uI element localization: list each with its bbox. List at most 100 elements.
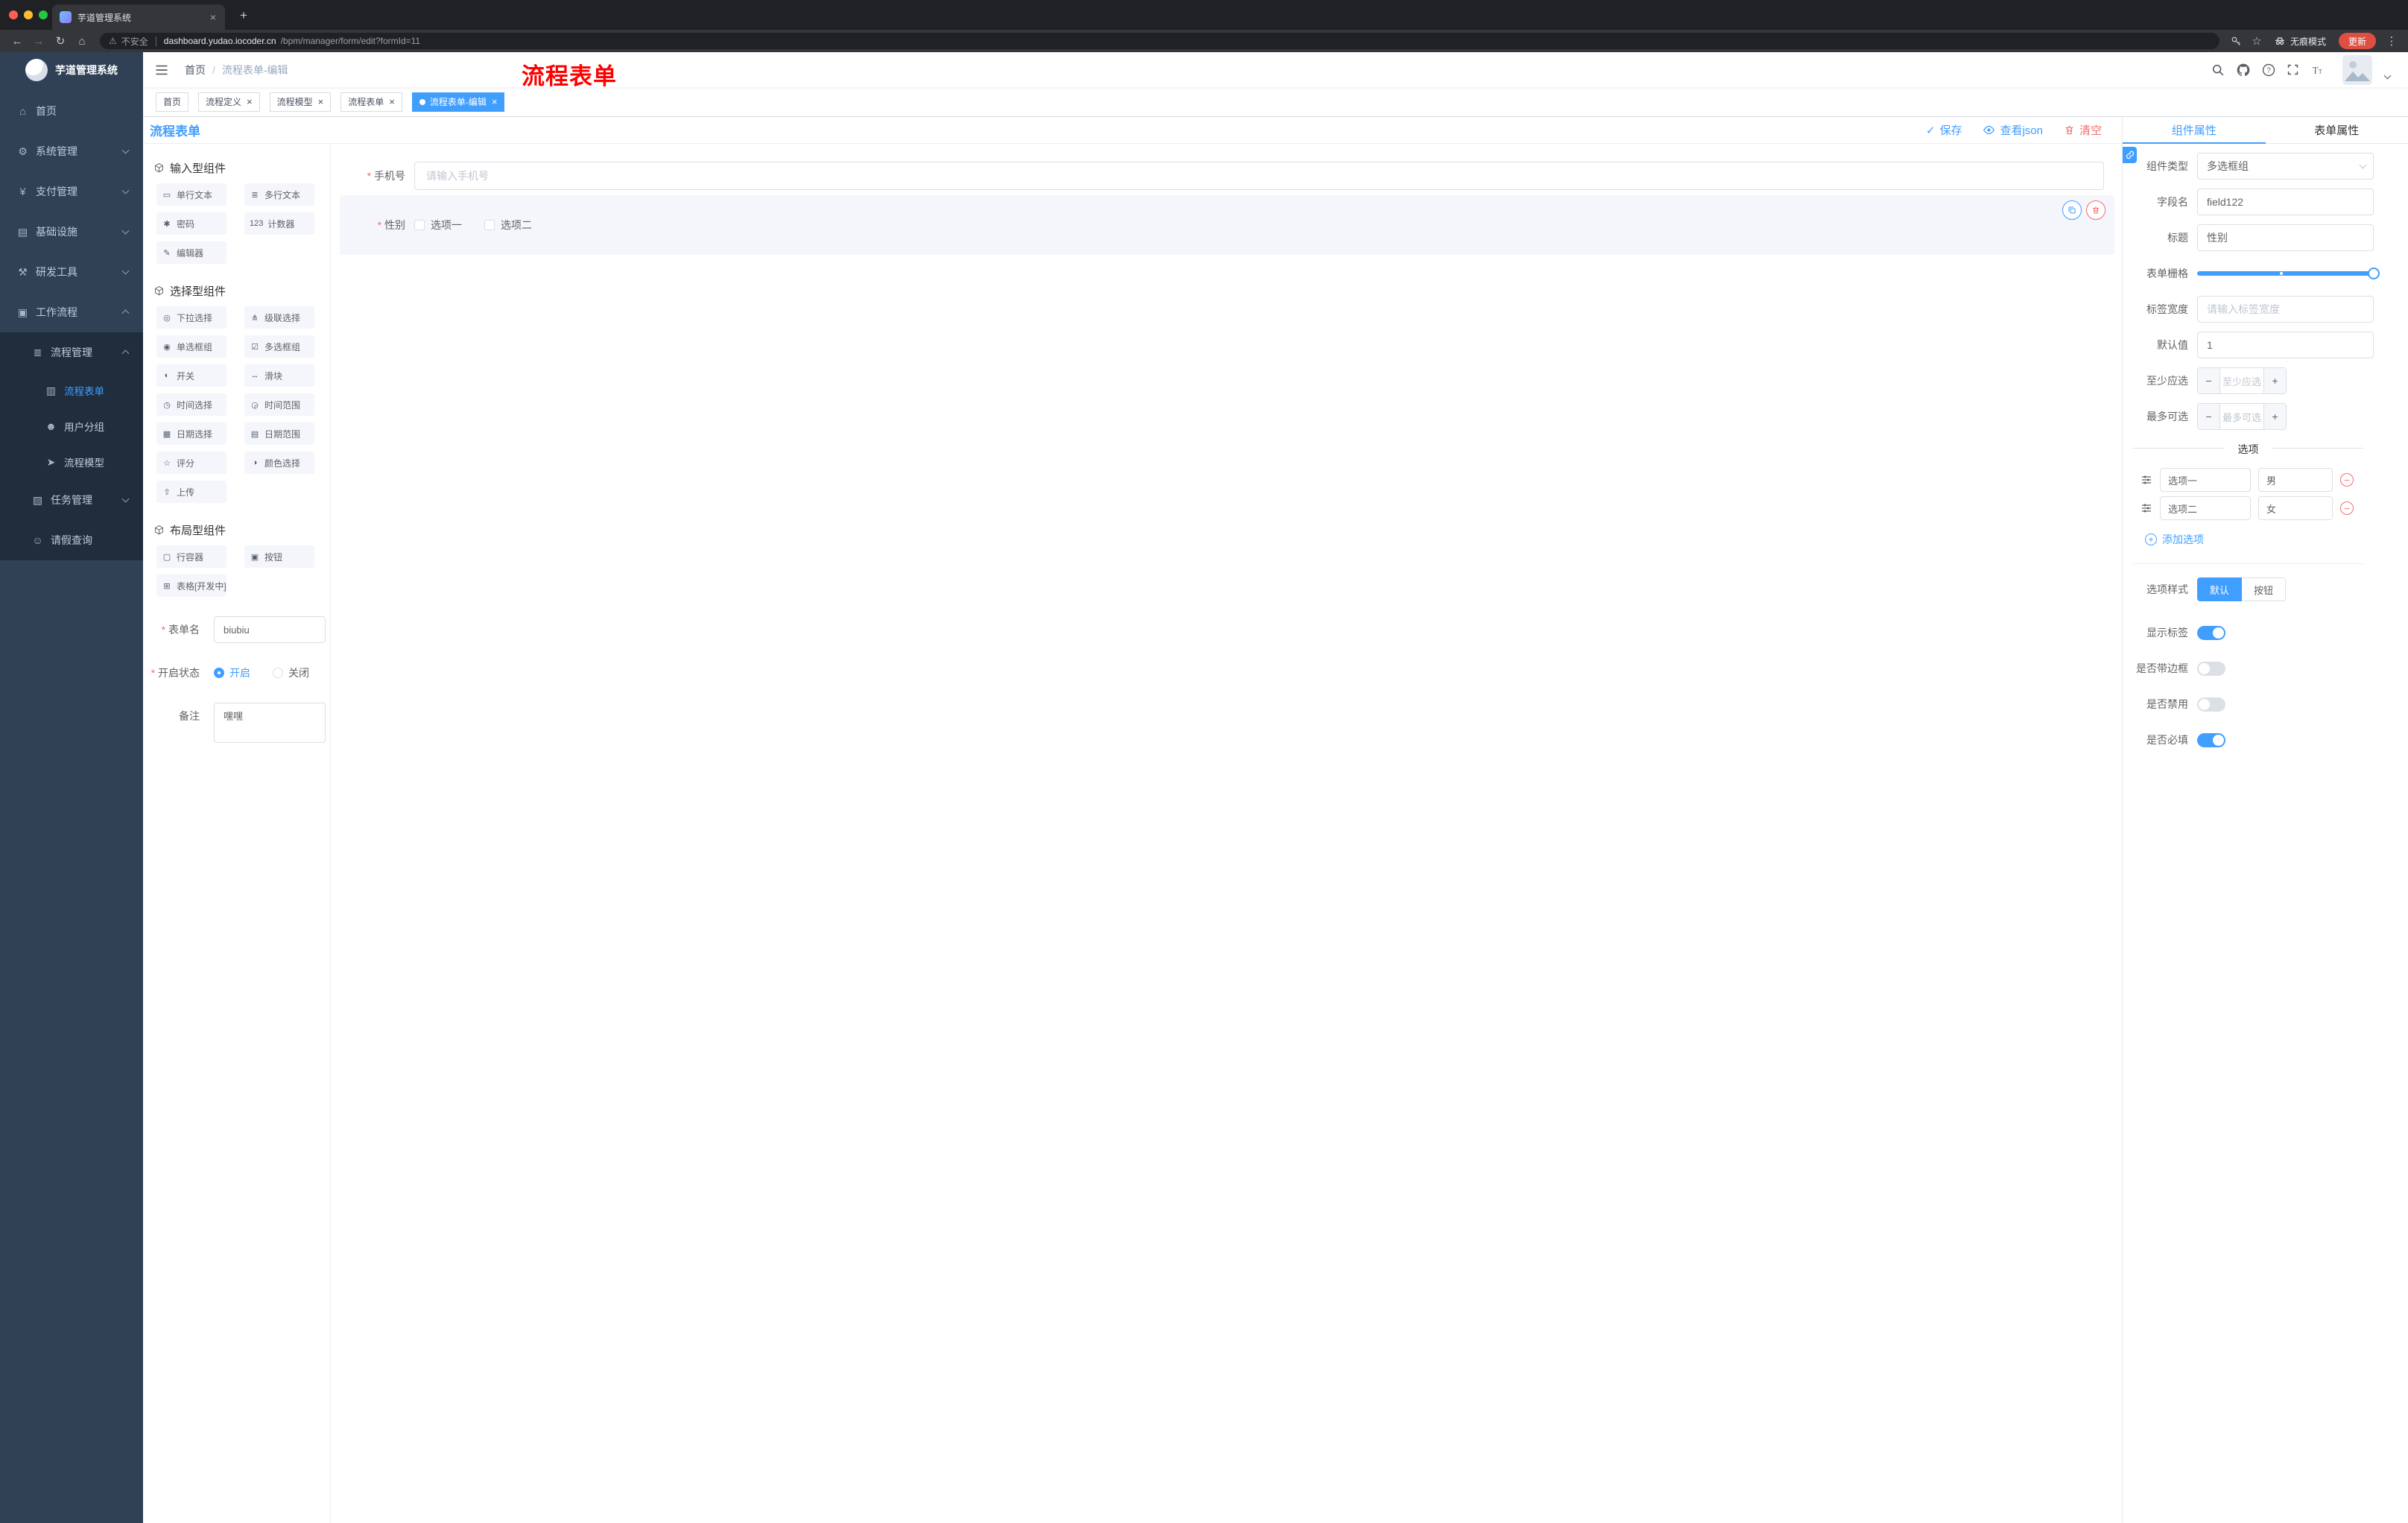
- bookmark-star-icon[interactable]: ☆: [2248, 32, 2266, 50]
- view-json-button[interactable]: 查看json: [1983, 122, 2043, 138]
- tag-process-definition[interactable]: 流程定义 ×: [198, 92, 260, 112]
- component-type-select[interactable]: 多选框组: [2197, 153, 2374, 180]
- sidebar-item-leave-query[interactable]: ☺ 请假查询: [0, 520, 143, 560]
- option-name-input[interactable]: 选项二: [2160, 496, 2251, 520]
- tag-close-button[interactable]: ×: [318, 96, 324, 107]
- update-button[interactable]: 更新: [2338, 33, 2376, 49]
- increase-button[interactable]: +: [2263, 368, 2286, 393]
- avatar-dropdown-icon[interactable]: [2383, 72, 2392, 80]
- option-value-input[interactable]: 男: [2258, 468, 2333, 492]
- border-switch[interactable]: [2197, 661, 2225, 676]
- tab-close-button[interactable]: ×: [209, 11, 218, 23]
- status-on-radio[interactable]: 开启: [214, 665, 250, 680]
- tab-component-props[interactable]: 组件属性: [2123, 117, 2266, 144]
- help-icon[interactable]: ?: [2262, 63, 2275, 77]
- gender-option-1-checkbox[interactable]: 选项一: [414, 218, 462, 232]
- palette-item[interactable]: ⋔ 级联选择: [244, 306, 314, 329]
- tag-close-button[interactable]: ×: [247, 96, 253, 107]
- phone-input[interactable]: 请输入手机号: [414, 162, 2104, 190]
- status-off-radio[interactable]: 关闭: [273, 665, 309, 680]
- style-default-button[interactable]: 默认: [2197, 577, 2243, 601]
- browser-menu-button[interactable]: ⋮: [2383, 32, 2401, 50]
- tag-process-model[interactable]: 流程模型 ×: [269, 92, 332, 112]
- palette-item[interactable]: ◑ 颜色选择: [244, 452, 314, 474]
- sidebar-item-dev-tools[interactable]: ⚒ 研发工具: [0, 252, 143, 292]
- decrease-button[interactable]: −: [2198, 368, 2220, 393]
- hamburger-button[interactable]: [143, 63, 180, 77]
- palette-item[interactable]: ▦ 日期选择: [156, 422, 226, 445]
- form-canvas[interactable]: 手机号 请输入手机号 性别: [331, 144, 2122, 1523]
- font-size-icon[interactable]: TT: [2310, 63, 2324, 77]
- decrease-button[interactable]: −: [2198, 404, 2220, 429]
- show-label-switch[interactable]: [2197, 625, 2225, 640]
- field-name-input[interactable]: field122: [2197, 189, 2374, 215]
- palette-item[interactable]: ◐ 开关: [156, 364, 226, 387]
- form-grid-slider[interactable]: [2197, 260, 2380, 287]
- forward-button[interactable]: →: [29, 32, 48, 50]
- option-name-input[interactable]: 选项一: [2160, 468, 2251, 492]
- disabled-switch[interactable]: [2197, 697, 2225, 712]
- sidebar-item-workflow[interactable]: ▣ 工作流程: [0, 292, 143, 332]
- new-tab-button[interactable]: +: [235, 7, 252, 24]
- palette-item[interactable]: ☆ 评分: [156, 452, 226, 474]
- security-label[interactable]: 不安全: [121, 35, 148, 48]
- remove-option-button[interactable]: −: [2340, 501, 2354, 515]
- search-icon[interactable]: [2211, 63, 2225, 77]
- field-link-button[interactable]: [2123, 147, 2137, 163]
- reload-button[interactable]: ↻: [51, 32, 70, 50]
- palette-item[interactable]: ⇧ 上传: [156, 481, 226, 503]
- sidebar-item-payment-management[interactable]: ¥ 支付管理: [0, 171, 143, 212]
- gender-option-2-checkbox[interactable]: 选项二: [484, 218, 532, 232]
- required-switch[interactable]: [2197, 732, 2225, 747]
- phone-field-row[interactable]: 手机号 请输入手机号: [340, 162, 2104, 190]
- palette-item[interactable]: ⊞ 表格[开发中]: [156, 574, 226, 597]
- default-value-input[interactable]: 1: [2197, 332, 2374, 358]
- label-width-input[interactable]: 请输入标签宽度: [2197, 296, 2374, 323]
- remove-option-button[interactable]: −: [2340, 473, 2354, 487]
- sidebar-item-user-group[interactable]: ☻ 用户分组: [0, 408, 143, 444]
- sidebar-item-process-model[interactable]: ➤ 流程模型: [0, 444, 143, 480]
- close-window-button[interactable]: [9, 10, 18, 19]
- sidebar-item-process-management[interactable]: ≣ 流程管理: [0, 332, 143, 373]
- form-remark-input[interactable]: 嘿嘿: [214, 703, 326, 743]
- palette-item[interactable]: ◷ 时间选择: [156, 393, 226, 416]
- increase-button[interactable]: +: [2263, 404, 2286, 429]
- drag-handle-icon[interactable]: [2141, 474, 2152, 486]
- sidebar-logo[interactable]: 芋道管理系统: [0, 52, 143, 87]
- drag-handle-icon[interactable]: [2141, 502, 2152, 514]
- palette-item[interactable]: ✱ 密码: [156, 212, 226, 235]
- github-icon[interactable]: [2236, 63, 2251, 77]
- tag-process-form-edit[interactable]: 流程表单-编辑 ×: [411, 92, 505, 112]
- palette-item[interactable]: ◉ 单选框组: [156, 335, 226, 358]
- tab-form-props[interactable]: 表单属性: [2266, 117, 2408, 143]
- maximize-window-button[interactable]: [39, 10, 48, 19]
- sidebar-item-task-management[interactable]: ▧ 任务管理: [0, 480, 143, 520]
- palette-item[interactable]: ▭ 单行文本: [156, 183, 226, 206]
- palette-item[interactable]: ▤ 日期范围: [244, 422, 314, 445]
- sidebar-item-home[interactable]: ⌂ 首页: [0, 91, 143, 131]
- address-bar[interactable]: ⚠ 不安全 dashboard.yudao.iocoder.cn /bpm/ma…: [100, 33, 2220, 49]
- save-button[interactable]: ✓ 保存: [1926, 122, 1962, 138]
- palette-item[interactable]: ▢ 行容器: [156, 545, 226, 568]
- copy-field-button[interactable]: [2062, 200, 2082, 220]
- sidebar-item-system-management[interactable]: ⚙ 系统管理: [0, 131, 143, 171]
- avatar[interactable]: [2342, 54, 2372, 85]
- fullscreen-icon[interactable]: [2287, 63, 2299, 76]
- palette-item[interactable]: ✎ 编辑器: [156, 241, 226, 264]
- min-select-stepper[interactable]: − 至少应选 +: [2197, 367, 2287, 394]
- minimize-window-button[interactable]: [24, 10, 33, 19]
- key-icon[interactable]: [2228, 32, 2246, 50]
- tag-process-form[interactable]: 流程表单 ×: [340, 92, 402, 112]
- slider-track[interactable]: [2197, 271, 2374, 276]
- palette-item[interactable]: ◶ 时间范围: [244, 393, 314, 416]
- palette-item[interactable]: ≣ 多行文本: [244, 183, 314, 206]
- breadcrumb-home[interactable]: 首页: [185, 63, 206, 77]
- palette-item[interactable]: ☑ 多选框组: [244, 335, 314, 358]
- option-value-input[interactable]: 女: [2258, 496, 2333, 520]
- max-select-stepper[interactable]: − 最多可选 +: [2197, 403, 2287, 430]
- add-option-button[interactable]: + 添加选项: [2145, 532, 2374, 547]
- delete-field-button[interactable]: [2086, 200, 2106, 220]
- tag-close-button[interactable]: ×: [389, 96, 395, 107]
- back-button[interactable]: ←: [7, 32, 27, 50]
- browser-tab[interactable]: 芋道管理系统 ×: [52, 4, 225, 30]
